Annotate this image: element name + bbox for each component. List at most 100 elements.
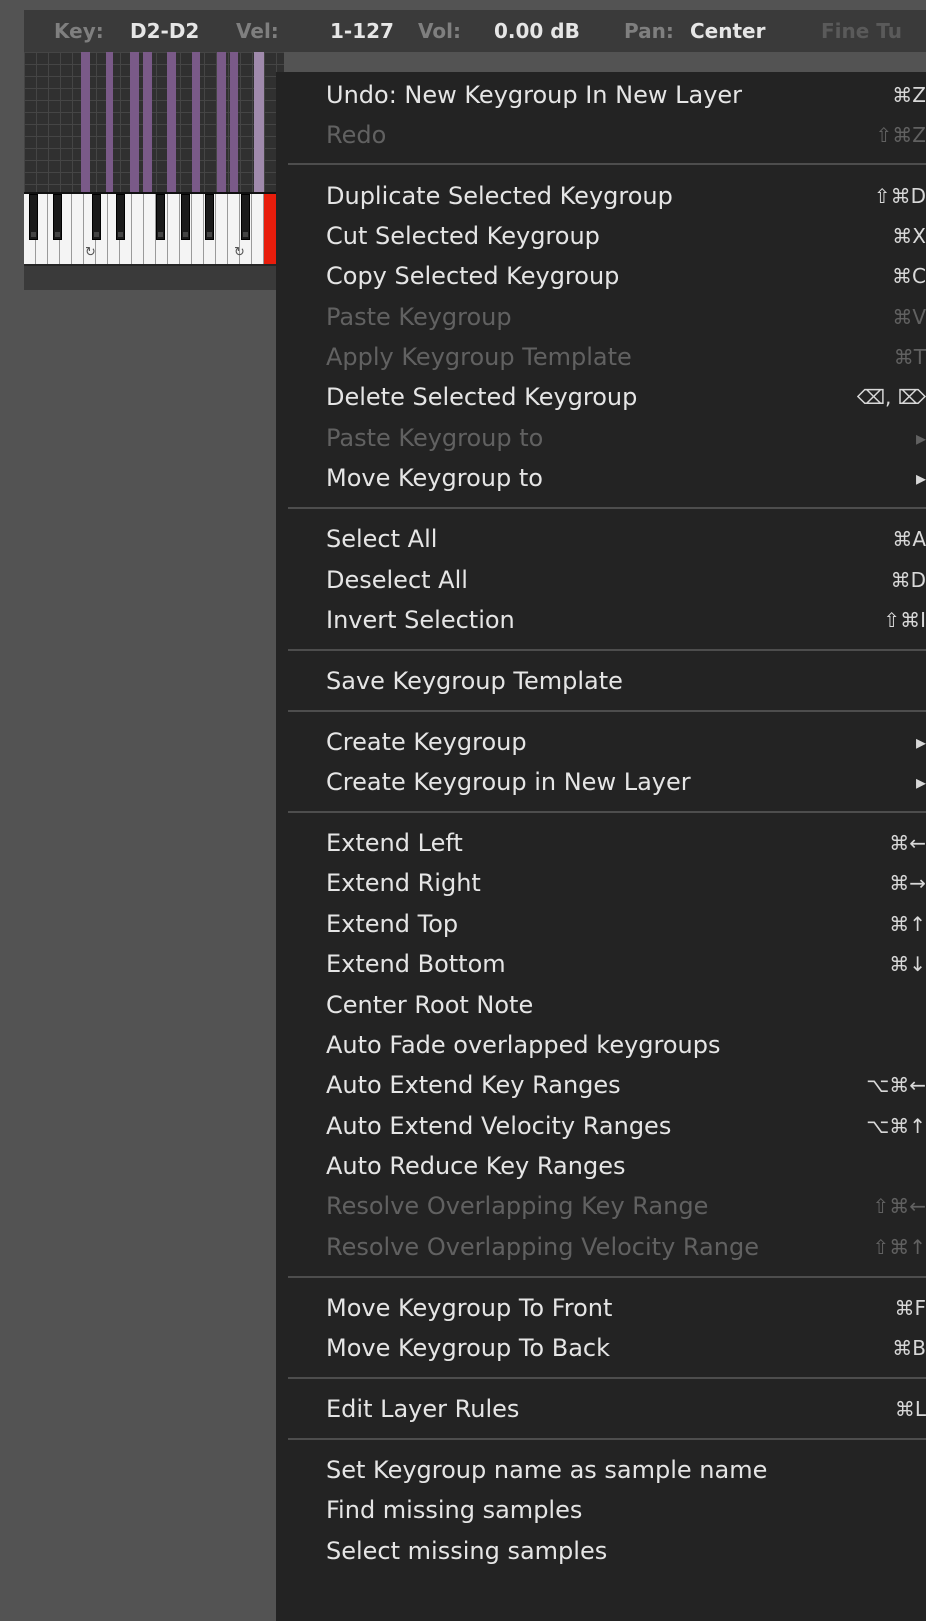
menu-item-label: Auto Extend Key Ranges: [326, 1071, 621, 1099]
menu-item-shortcut: ⌘V: [892, 305, 926, 329]
white-key[interactable]: [252, 194, 264, 266]
black-key[interactable]: [156, 194, 165, 240]
black-key[interactable]: [116, 194, 125, 240]
submenu-arrow-icon: ▸: [915, 770, 926, 794]
menu-item-move-keygroup-to-front[interactable]: Move Keygroup To Front ⌘F: [276, 1288, 926, 1328]
menu-item-move-keygroup-to-back[interactable]: Move Keygroup To Back ⌘B: [276, 1328, 926, 1368]
black-key[interactable]: [29, 194, 38, 240]
menu-item-label: Resolve Overlapping Velocity Range: [326, 1233, 759, 1261]
menu-item-deselect-all[interactable]: Deselect All ⌘D: [276, 560, 926, 600]
menu-item-cut-selected-keygroup[interactable]: Cut Selected Keygroup ⌘X: [276, 216, 926, 256]
menu-item-shortcut: ⌘↓: [889, 952, 926, 976]
menu-item-create-keygroup-in-new-layer[interactable]: Create Keygroup in New Layer ▸: [276, 762, 926, 802]
white-key[interactable]: [132, 194, 144, 266]
menu-separator: [288, 1377, 926, 1379]
menu-item-shortcut: ⌘F: [894, 1296, 926, 1320]
menu-item-auto-reduce-key-ranges[interactable]: Auto Reduce Key Ranges: [276, 1146, 926, 1186]
menu-item-duplicate-selected-keygroup[interactable]: Duplicate Selected Keygroup ⇧⌘D: [276, 176, 926, 216]
menu-item-undo[interactable]: Undo: New Keygroup In New Layer ⌘Z: [276, 75, 926, 115]
menu-item-label: Deselect All: [326, 566, 468, 594]
menu-item-select-all[interactable]: Select All ⌘A: [276, 519, 926, 559]
menu-item-apply-keygroup-template[interactable]: Apply Keygroup Template ⌘T: [276, 337, 926, 377]
menu-item-copy-selected-keygroup[interactable]: Copy Selected Keygroup ⌘C: [276, 256, 926, 296]
white-key[interactable]: [72, 194, 84, 266]
menu-item-label: Set Keygroup name as sample name: [326, 1456, 768, 1484]
white-key[interactable]: [144, 194, 156, 266]
keygroup-bar[interactable]: [81, 52, 90, 192]
keygroup-editor-grid[interactable]: [24, 52, 284, 192]
pan-value[interactable]: Center: [690, 19, 765, 43]
root-note-marker-icon: ↻: [85, 245, 96, 260]
keygroup-bar[interactable]: [106, 52, 113, 192]
menu-item-label: Copy Selected Keygroup: [326, 262, 620, 290]
menu-item-redo[interactable]: Redo ⇧⌘Z: [276, 115, 926, 155]
menu-item-label: Invert Selection: [326, 606, 515, 634]
menu-item-label: Paste Keygroup to: [326, 424, 544, 452]
menu-item-center-root-note[interactable]: Center Root Note: [276, 985, 926, 1025]
piano-keyboard[interactable]: ↻ ↻: [24, 192, 280, 266]
menu-item-label: Auto Fade overlapped keygroups: [326, 1031, 721, 1059]
menu-item-shortcut: ⇧⌘↑: [872, 1235, 926, 1259]
menu-item-delete-selected-keygroup[interactable]: Delete Selected Keygroup ⌫, ⌦: [276, 377, 926, 417]
selected-keygroup-bar[interactable]: [254, 52, 264, 192]
menu-item-move-keygroup-to[interactable]: Move Keygroup to ▸: [276, 458, 926, 498]
menu-item-label: Extend Right: [326, 869, 481, 897]
menu-item-shortcut: ⌘A: [892, 527, 926, 551]
menu-item-shortcut: ⌘T: [893, 345, 926, 369]
menu-item-label: Center Root Note: [326, 991, 534, 1019]
menu-item-label: Save Keygroup Template: [326, 667, 623, 695]
black-key[interactable]: [205, 194, 214, 240]
menu-item-shortcut: ⌘←: [889, 831, 926, 855]
keygroup-bar[interactable]: [230, 52, 238, 192]
volume-value[interactable]: 0.00 dB: [494, 19, 580, 43]
keygroup-bar[interactable]: [130, 52, 139, 192]
key-range-value[interactable]: D2-D2: [130, 19, 199, 43]
menu-item-resolve-overlapping-velocity-range[interactable]: Resolve Overlapping Velocity Range ⇧⌘↑: [276, 1227, 926, 1267]
menu-item-label: Extend Bottom: [326, 950, 506, 978]
menu-item-paste-keygroup-to[interactable]: Paste Keygroup to ▸: [276, 418, 926, 458]
menu-separator: [288, 1438, 926, 1440]
keygroup-bar[interactable]: [217, 52, 226, 192]
menu-item-shortcut: ⌫, ⌦: [856, 385, 926, 409]
keygroup-bar[interactable]: [143, 52, 152, 192]
white-key[interactable]: [192, 194, 204, 266]
menu-item-shortcut: ⇧⌘I: [883, 608, 926, 632]
submenu-arrow-icon: ▸: [915, 426, 926, 450]
menu-item-label: Paste Keygroup: [326, 303, 512, 331]
keygroup-bar[interactable]: [167, 52, 176, 192]
menu-item-extend-bottom[interactable]: Extend Bottom ⌘↓: [276, 944, 926, 984]
velocity-range-value[interactable]: 1-127: [330, 19, 394, 43]
menu-item-shortcut: ⌘C: [892, 264, 926, 288]
menu-item-shortcut: ⌘X: [892, 224, 926, 248]
menu-item-shortcut: ⇧⌘Z: [875, 123, 926, 147]
menu-item-invert-selection[interactable]: Invert Selection ⇧⌘I: [276, 600, 926, 640]
black-key[interactable]: [241, 194, 250, 240]
black-key[interactable]: [53, 194, 62, 240]
menu-item-edit-layer-rules[interactable]: Edit Layer Rules ⌘L: [276, 1389, 926, 1429]
menu-item-resolve-overlapping-key-range[interactable]: Resolve Overlapping Key Range ⇧⌘←: [276, 1186, 926, 1226]
menu-item-auto-extend-key-ranges[interactable]: Auto Extend Key Ranges ⌥⌘←: [276, 1065, 926, 1105]
white-key[interactable]: [168, 194, 180, 266]
menu-separator: [288, 1276, 926, 1278]
menu-item-create-keygroup[interactable]: Create Keygroup ▸: [276, 722, 926, 762]
menu-item-extend-left[interactable]: Extend Left ⌘←: [276, 823, 926, 863]
menu-item-extend-right[interactable]: Extend Right ⌘→: [276, 863, 926, 903]
black-key[interactable]: [181, 194, 190, 240]
menu-item-paste-keygroup[interactable]: Paste Keygroup ⌘V: [276, 297, 926, 337]
menu-item-save-keygroup-template[interactable]: Save Keygroup Template: [276, 661, 926, 701]
volume-label: Vol:: [418, 19, 461, 43]
menu-item-label: Find missing samples: [326, 1496, 583, 1524]
menu-item-extend-top[interactable]: Extend Top ⌘↑: [276, 904, 926, 944]
menu-item-select-missing-samples[interactable]: Select missing samples: [276, 1531, 926, 1571]
menu-item-shortcut: ⌘→: [889, 871, 926, 895]
keygroup-bar[interactable]: [192, 52, 200, 192]
root-note-marker-icon: ↻: [234, 245, 245, 260]
menu-item-find-missing-samples[interactable]: Find missing samples: [276, 1490, 926, 1530]
menu-item-shortcut: ⌥⌘←: [866, 1073, 926, 1097]
menu-item-auto-extend-velocity-ranges[interactable]: Auto Extend Velocity Ranges ⌥⌘↑: [276, 1106, 926, 1146]
black-key[interactable]: [92, 194, 101, 240]
white-key[interactable]: [216, 194, 228, 266]
menu-item-auto-fade-overlapped-keygroups[interactable]: Auto Fade overlapped keygroups: [276, 1025, 926, 1065]
menu-item-set-keygroup-name-as-sample-name[interactable]: Set Keygroup name as sample name: [276, 1450, 926, 1490]
menu-separator: [288, 811, 926, 813]
